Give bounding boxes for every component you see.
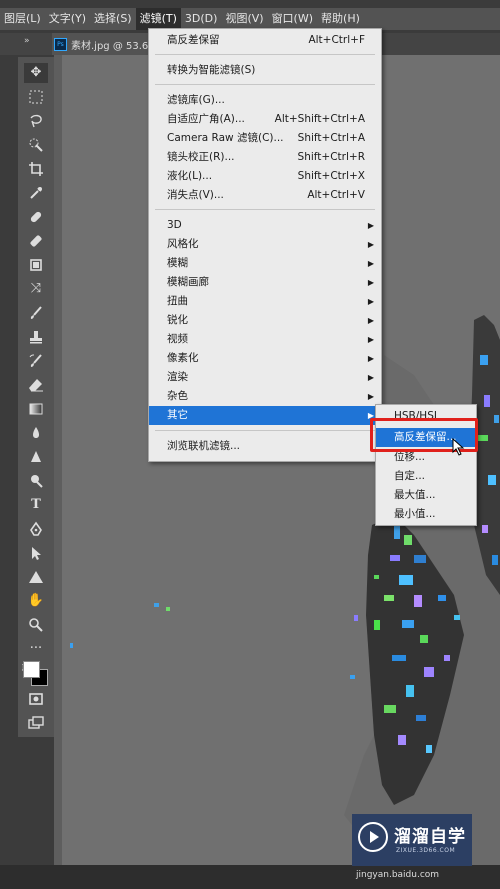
menu-item-noise[interactable]: 杂色 ▶ (149, 387, 381, 406)
filter-menu: 高反差保留 Alt+Ctrl+F 转换为智能滤镜(S) 滤镜库(G)... 自适应… (148, 28, 382, 462)
menu-item-filter-gallery[interactable]: 滤镜库(G)... (149, 91, 381, 110)
menu-item-blur-gallery[interactable]: 模糊画廊 ▶ (149, 273, 381, 292)
quick-mask-icon[interactable] (24, 689, 48, 709)
menu-view[interactable]: 视图(V) (221, 8, 267, 30)
menu-item-high-pass-last[interactable]: 高反差保留 Alt+Ctrl+F (149, 31, 381, 50)
foreground-color-swatch[interactable] (23, 661, 40, 678)
submenu-arrow-icon: ▶ (367, 240, 374, 249)
submenu-item-minimum[interactable]: 最小值... (376, 505, 476, 524)
shape-icon[interactable] (24, 567, 48, 587)
menu-item-sharpen[interactable]: 锐化 ▶ (149, 311, 381, 330)
menu-item-liquify[interactable]: 液化(L)... Shift+Ctrl+X (149, 167, 381, 186)
submenu-arrow-icon: ▶ (367, 259, 374, 268)
play-logo-icon (358, 822, 388, 852)
eraser-icon[interactable] (24, 375, 48, 395)
submenu-item-maximum[interactable]: 最大值... (376, 486, 476, 505)
menu-select[interactable]: 选择(S) (90, 8, 136, 30)
menu-item-pixelate[interactable]: 像素化 ▶ (149, 349, 381, 368)
dodge-icon[interactable] (24, 471, 48, 491)
menu-3d[interactable]: 3D(D) (181, 8, 222, 30)
marquee-icon[interactable] (24, 87, 48, 107)
clone-stamp-icon[interactable] (24, 327, 48, 347)
gradient-icon[interactable] (24, 399, 48, 419)
content-move-icon[interactable]: ⤨ (24, 279, 48, 299)
document-tab[interactable]: Ps 素材.jpg @ 53.6 (52, 33, 150, 55)
more-tools-icon[interactable]: ··· (24, 639, 48, 659)
document-title: 素材.jpg @ 53.6 (71, 40, 149, 52)
blur-icon[interactable] (24, 423, 48, 443)
watermark-subtitle: ZIXUE.3D66.COM (396, 847, 456, 854)
menu-item-camera-raw[interactable]: Camera Raw 滤镜(C)... Shift+Ctrl+A (149, 129, 381, 148)
path-select-icon[interactable] (24, 543, 48, 563)
menu-item-render[interactable]: 渲染 ▶ (149, 368, 381, 387)
healing-brush-icon[interactable] (24, 207, 48, 227)
menu-filter[interactable]: 滤镜(T) (135, 8, 181, 30)
menu-separator (155, 54, 375, 55)
move-icon[interactable]: ✥ (24, 63, 48, 83)
tools-panel: ✥ ⤨ T ✋ ··· ⇄ (18, 57, 55, 737)
submenu-arrow-icon: ▶ (367, 335, 374, 344)
screen-mode-icon[interactable] (24, 713, 48, 733)
menu-type[interactable]: 文字(Y) (45, 8, 90, 30)
zoom-icon[interactable] (24, 615, 48, 635)
mouse-cursor-icon (452, 438, 465, 456)
menu-item-adaptive-wide-angle[interactable]: 自适应广角(A)... Alt+Shift+Ctrl+A (149, 110, 381, 129)
history-brush-icon[interactable] (24, 351, 48, 371)
ps-file-icon: Ps (54, 37, 67, 51)
submenu-arrow-icon: ▶ (367, 392, 374, 401)
menu-item-stylize[interactable]: 风格化 ▶ (149, 235, 381, 254)
submenu-item-custom[interactable]: 自定... (376, 467, 476, 486)
content-aware-icon[interactable] (24, 255, 48, 275)
menu-bar: 图层(L) 文字(Y) 选择(S) 滤镜(T) 3D(D) 视图(V) 窗口(W… (0, 8, 500, 30)
menu-layer[interactable]: 图层(L) (0, 8, 45, 30)
brush-icon[interactable] (24, 303, 48, 323)
watermark-brand: 溜溜自学 (394, 827, 466, 847)
menu-item-vanishing-point[interactable]: 消失点(V)... Alt+Ctrl+V (149, 186, 381, 205)
type-icon[interactable]: T (24, 495, 48, 515)
submenu-arrow-icon: ▶ (367, 297, 374, 306)
menu-item-3d[interactable]: 3D ▶ (149, 216, 381, 235)
menu-help[interactable]: 帮助(H) (317, 8, 364, 30)
menu-separator (155, 84, 375, 85)
menu-item-lens-correction[interactable]: 镜头校正(R)... Shift+Ctrl+R (149, 148, 381, 167)
menu-item-convert-smart-filter[interactable]: 转换为智能滤镜(S) (149, 61, 381, 80)
eyedropper-icon[interactable] (24, 183, 48, 203)
menu-item-video[interactable]: 视频 ▶ (149, 330, 381, 349)
watermark-logo: 溜溜自学 ZIXUE.3D66.COM (352, 814, 472, 866)
canvas-shadow (54, 55, 62, 865)
pen-icon[interactable] (24, 519, 48, 539)
menu-window[interactable]: 窗口(W) (268, 8, 317, 30)
menu-item-other[interactable]: 其它 ▶ (149, 406, 381, 425)
quick-select-icon[interactable] (24, 135, 48, 155)
photoshop-window: 图层(L) 文字(Y) 选择(S) 滤镜(T) 3D(D) 视图(V) 窗口(W… (0, 0, 500, 889)
submenu-arrow-icon: ▶ (367, 278, 374, 287)
crop-icon[interactable] (24, 159, 48, 179)
sharpen-icon[interactable] (24, 447, 48, 467)
menu-item-browse-online-filters[interactable]: 浏览联机滤镜... (149, 437, 381, 456)
menu-item-blur[interactable]: 模糊 ▶ (149, 254, 381, 273)
menu-item-distort[interactable]: 扭曲 ▶ (149, 292, 381, 311)
lasso-icon[interactable] (24, 111, 48, 131)
submenu-arrow-icon: ▶ (367, 316, 374, 325)
watermark-site: jingyan.baidu.com (356, 870, 440, 880)
submenu-arrow-icon: ▶ (367, 354, 374, 363)
submenu-arrow-icon: ▶ (367, 221, 374, 230)
hand-icon[interactable]: ✋ (24, 591, 48, 611)
patch-icon[interactable] (24, 231, 48, 251)
menu-separator (155, 430, 375, 431)
panel-collapse-icon[interactable]: » (24, 36, 30, 46)
submenu-arrow-icon: ▶ (367, 373, 374, 382)
menu-separator (155, 209, 375, 210)
